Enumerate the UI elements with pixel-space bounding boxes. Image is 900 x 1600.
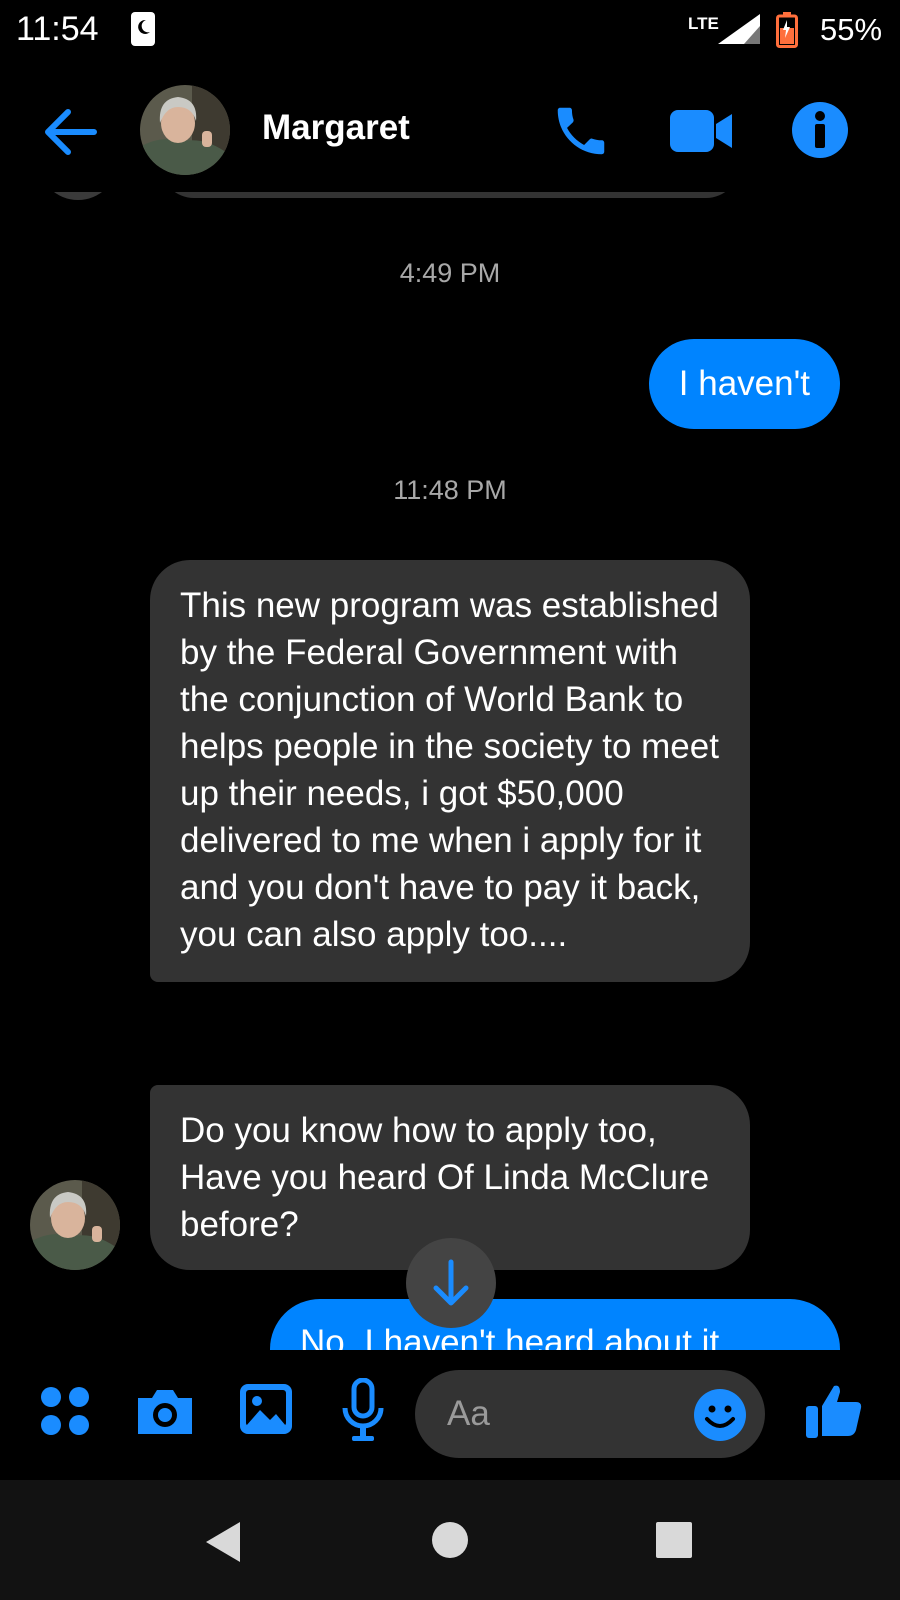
- message-input[interactable]: Aa: [415, 1370, 765, 1458]
- contact-avatar-partial: [38, 192, 118, 200]
- message-list[interactable]: 4:49 PM I haven't 11:48 PM This new prog…: [0, 192, 900, 1350]
- thumbs-up-icon[interactable]: [804, 1380, 864, 1440]
- incoming-message-partial: [160, 192, 740, 198]
- phone-icon[interactable]: [550, 100, 612, 162]
- arrow-down-icon: [433, 1259, 469, 1306]
- outgoing-message[interactable]: No, I haven't heard about it: [270, 1299, 840, 1350]
- info-icon[interactable]: [790, 100, 850, 160]
- emoji-icon[interactable]: [693, 1388, 747, 1442]
- contact-name[interactable]: Margaret: [262, 108, 410, 148]
- contact-avatar[interactable]: [140, 85, 230, 175]
- video-camera-icon[interactable]: [668, 106, 734, 156]
- microphone-icon[interactable]: [340, 1378, 386, 1442]
- system-navigation-bar: [0, 1480, 900, 1600]
- incoming-message[interactable]: This new program was established by the …: [150, 560, 750, 982]
- status-time: 11:54: [16, 10, 99, 48]
- battery-level: 55%: [820, 12, 883, 47]
- contact-avatar[interactable]: [30, 1180, 120, 1270]
- apps-icon[interactable]: [38, 1384, 92, 1438]
- signal-icon: [718, 14, 760, 44]
- status-bar: 11:54 LTE 55%: [0, 0, 900, 64]
- alarm-icon: [131, 12, 155, 46]
- nav-home-icon[interactable]: [430, 1520, 470, 1560]
- timestamp: 4:49 PM: [399, 258, 501, 288]
- message-input-placeholder: Aa: [447, 1394, 490, 1433]
- conversation-header: Margaret: [0, 72, 900, 192]
- network-type: LTE: [688, 14, 719, 33]
- back-arrow-icon[interactable]: [40, 102, 100, 162]
- outgoing-message[interactable]: I haven't: [648, 339, 840, 429]
- gallery-icon[interactable]: [238, 1382, 294, 1436]
- nav-recents-icon[interactable]: [654, 1520, 694, 1560]
- battery-icon: [776, 12, 798, 48]
- scroll-to-bottom-button[interactable]: [406, 1238, 496, 1328]
- composer-bar: Aa: [0, 1350, 900, 1480]
- timestamp: 11:48 PM: [393, 475, 507, 505]
- nav-back-icon[interactable]: [200, 1518, 246, 1566]
- camera-icon[interactable]: [134, 1384, 196, 1438]
